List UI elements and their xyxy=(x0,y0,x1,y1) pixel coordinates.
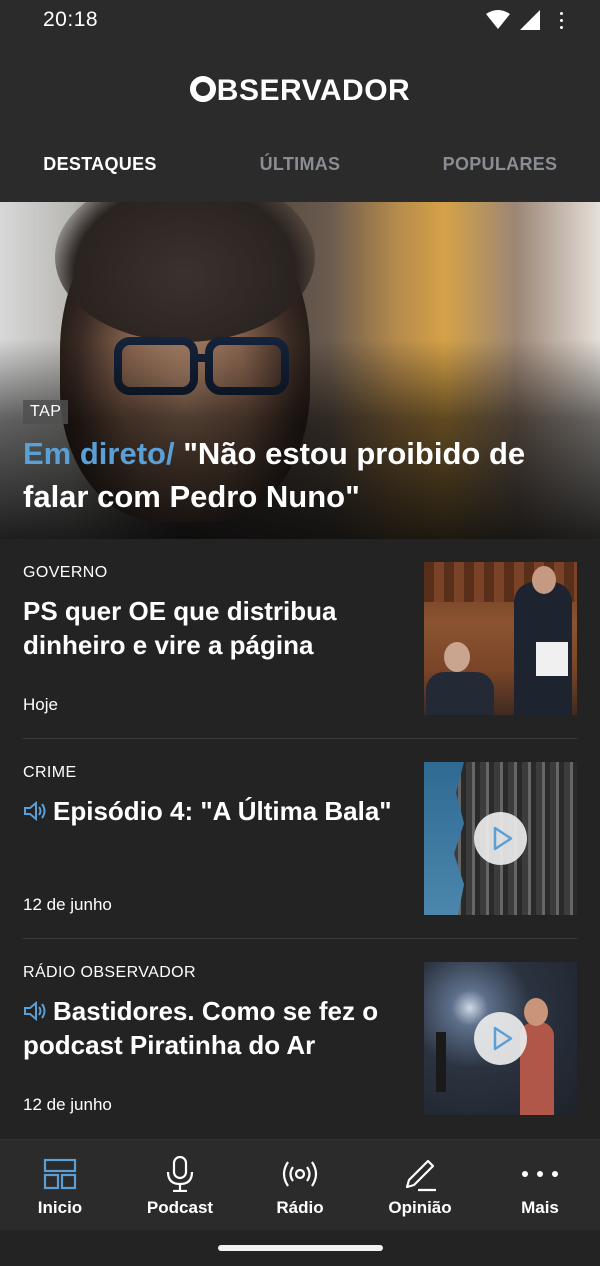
play-icon xyxy=(493,826,513,851)
nav-label: Mais xyxy=(521,1198,559,1217)
home-gesture-pill[interactable] xyxy=(218,1245,383,1251)
more-dots-icon xyxy=(522,1171,558,1177)
speaker-icon xyxy=(24,801,46,821)
hero-tag[interactable]: TAP xyxy=(23,400,69,424)
status-bar: 20:18 xyxy=(0,0,600,44)
thumb-figure-left xyxy=(426,672,494,715)
hero-title[interactable]: Em direto/ "Não estou proibido de falar … xyxy=(23,432,583,518)
status-icons xyxy=(486,10,540,30)
thumb-face-left xyxy=(444,642,470,672)
bottom-navigation: Inicio Podcast Rádio Opinião Mais xyxy=(0,1139,600,1230)
article-date: Hoje xyxy=(23,695,58,714)
article-category[interactable]: RÁDIO OBSERVADOR xyxy=(23,964,196,982)
hero-live-label: Em direto/ xyxy=(23,436,175,471)
play-icon xyxy=(493,1026,513,1051)
gesture-bar-area xyxy=(0,1230,600,1266)
article-title[interactable]: Bastidores. Como se fez o podcast Pirati… xyxy=(23,994,398,1062)
thumb-person-head xyxy=(524,998,548,1026)
section-tabs: DESTAQUES ÚLTIMAS POPULARES xyxy=(0,154,600,198)
radio-broadcast-icon xyxy=(282,1161,318,1187)
thumb-mic-stand xyxy=(436,1032,446,1092)
article-thumbnail[interactable] xyxy=(424,562,577,715)
speaker-icon xyxy=(24,1001,46,1021)
home-grid-icon xyxy=(43,1158,77,1190)
nav-podcast[interactable]: Podcast xyxy=(120,1140,240,1231)
article-title-text: Bastidores. Como se fez o podcast Pirati… xyxy=(23,996,379,1060)
nav-label: Opinião xyxy=(388,1198,452,1217)
article-item[interactable]: RÁDIO OBSERVADOR Bastidores. Como se fez… xyxy=(0,939,600,1139)
status-overflow-icon xyxy=(560,12,564,29)
article-title-text: Episódio 4: "A Última Bala" xyxy=(53,796,392,826)
thumb-paper xyxy=(536,642,568,676)
article-item[interactable]: GOVERNO PS quer OE que distribua dinheir… xyxy=(0,539,600,739)
play-button[interactable] xyxy=(474,1012,527,1065)
observador-logo[interactable]: BSERVADOR xyxy=(0,74,600,108)
article-item[interactable]: CRIME Episódio 4: "A Última Bala" 12 de … xyxy=(0,739,600,939)
thumb-torn-edge xyxy=(424,762,464,915)
article-date: 12 de junho xyxy=(23,895,112,914)
microphone-icon xyxy=(166,1156,194,1192)
article-thumbnail[interactable] xyxy=(424,762,577,915)
tab-ultimas[interactable]: ÚLTIMAS xyxy=(200,154,400,175)
cellular-signal-icon xyxy=(520,10,540,30)
logo-text: BSERVADOR xyxy=(216,74,411,107)
nav-mais[interactable]: Mais xyxy=(480,1140,600,1231)
nav-inicio[interactable]: Inicio xyxy=(0,1140,120,1231)
article-date: 12 de junho xyxy=(23,1095,112,1114)
article-title[interactable]: Episódio 4: "A Última Bala" xyxy=(23,794,398,828)
tab-populares[interactable]: POPULARES xyxy=(400,154,600,175)
play-button[interactable] xyxy=(474,812,527,865)
article-title[interactable]: PS quer OE que distribua dinheiro e vire… xyxy=(23,594,398,662)
article-category[interactable]: GOVERNO xyxy=(23,564,108,582)
nav-opiniao[interactable]: Opinião xyxy=(360,1140,480,1231)
status-time: 20:18 xyxy=(43,8,99,31)
logo-o-mark xyxy=(189,76,216,102)
nav-label: Inicio xyxy=(37,1198,83,1217)
article-category[interactable]: CRIME xyxy=(23,764,77,782)
article-thumbnail[interactable] xyxy=(424,962,577,1115)
app-header: BSERVADOR DESTAQUES ÚLTIMAS POPULARES xyxy=(0,44,600,202)
thumb-face-right xyxy=(532,566,556,594)
pencil-icon xyxy=(405,1159,436,1192)
wifi-icon xyxy=(486,10,510,29)
hero-story[interactable]: TAP Em direto/ "Não estou proibido de fa… xyxy=(0,202,600,539)
tab-destaques[interactable]: DESTAQUES xyxy=(0,154,200,175)
nav-label: Rádio xyxy=(276,1198,324,1217)
nav-label: Podcast xyxy=(146,1198,214,1217)
nav-radio[interactable]: Rádio xyxy=(240,1140,360,1231)
